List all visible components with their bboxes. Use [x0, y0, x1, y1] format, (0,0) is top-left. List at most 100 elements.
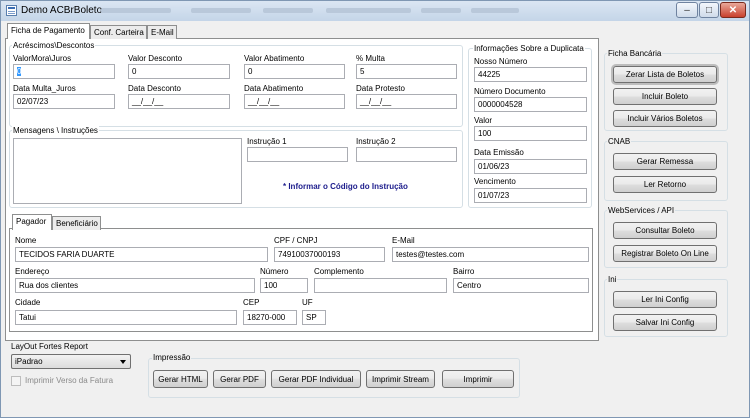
salvar-ini-button[interactable]: Salvar Ini Config: [613, 314, 717, 331]
close-button[interactable]: ✕: [720, 2, 746, 18]
acrescimos-legend: Acréscimos\Descontos: [12, 41, 96, 50]
data-desconto-input[interactable]: __/__/__: [128, 94, 230, 109]
uf-label: UF: [302, 298, 313, 307]
cep-label: CEP: [243, 298, 260, 307]
webservices-legend: WebServices / API: [607, 206, 676, 215]
gerar-remessa-button[interactable]: Gerar Remessa: [613, 153, 717, 170]
ficha-bancaria-legend: Ficha Bancária: [607, 49, 663, 58]
zerar-lista-button[interactable]: Zerar Lista de Boletos: [613, 66, 717, 83]
tab-ficha-pagamento[interactable]: Ficha de Pagamento: [7, 23, 90, 39]
close-icon: ✕: [728, 5, 738, 16]
data-protesto-label: Data Protesto: [356, 84, 405, 93]
nome-label: Nome: [15, 236, 37, 245]
gerar-html-button[interactable]: Gerar HTML: [153, 370, 208, 388]
registrar-boleto-button[interactable]: Registrar Boleto On Line: [613, 245, 717, 262]
gerar-pdf-individual-button[interactable]: Gerar PDF Individual: [271, 370, 361, 388]
data-multa-input[interactable]: 02/07/23: [13, 94, 115, 109]
data-multa-label: Data Multa_Juros: [13, 84, 76, 93]
app-icon: [6, 5, 17, 16]
nosso-numero-input[interactable]: 44225: [474, 67, 587, 82]
cidade-label: Cidade: [15, 298, 41, 307]
instrucao1-label: Instrução 1: [247, 137, 287, 146]
mensagens-textarea[interactable]: [13, 138, 242, 204]
impressao-legend: Impressão: [152, 353, 192, 362]
blurred-menu-item: [191, 8, 251, 13]
complemento-label: Complemento: [314, 267, 364, 276]
data-abatimento-input[interactable]: __/__/__: [244, 94, 345, 109]
maximize-button[interactable]: □: [699, 2, 719, 18]
blurred-menu-item: [101, 8, 171, 13]
complemento-input[interactable]: [314, 278, 447, 293]
cnab-legend: CNAB: [607, 137, 632, 146]
layout-selected-value: iPadrao: [15, 357, 43, 366]
valor-abatimento-label: Valor Abatimento: [244, 54, 305, 63]
valor-mora-value: 0: [17, 67, 22, 76]
bairro-input[interactable]: Centro: [453, 278, 589, 293]
tab-pagador[interactable]: Pagador: [12, 214, 52, 230]
uf-input[interactable]: SP: [302, 310, 326, 325]
mensagens-legend: Mensagens \ Instruções: [12, 126, 99, 135]
data-emissao-input[interactable]: 01/06/23: [474, 159, 587, 174]
endereco-input[interactable]: Rua dos clientes: [15, 278, 255, 293]
valor-label: Valor: [474, 116, 493, 125]
cpf-input[interactable]: 74910037000193: [274, 247, 385, 262]
consultar-boleto-button[interactable]: Consultar Boleto: [613, 222, 717, 239]
layout-label: LayOut Fortes Report: [11, 342, 88, 351]
ler-ini-button[interactable]: Ler Ini Config: [613, 291, 717, 308]
gerar-pdf-button[interactable]: Gerar PDF: [213, 370, 266, 388]
email-label: E-Mail: [392, 236, 415, 245]
valor-input[interactable]: 100: [474, 126, 587, 141]
tab-beneficiario[interactable]: Beneficiário: [52, 216, 101, 230]
tab-conf-carteira[interactable]: Conf. Carteira: [90, 25, 147, 39]
numero-documento-label: Número Documento: [474, 87, 546, 96]
layout-select[interactable]: iPadrao: [11, 354, 131, 369]
valor-mora-input[interactable]: 0: [13, 64, 115, 79]
instrucao1-input[interactable]: [247, 147, 348, 162]
valor-desconto-label: Valor Desconto: [128, 54, 183, 63]
valor-desconto-input[interactable]: 0: [128, 64, 230, 79]
blurred-menu-item: [263, 8, 313, 13]
nome-input[interactable]: TECIDOS FARIA DUARTE: [15, 247, 268, 262]
blurred-menu-item: [326, 8, 411, 13]
tab-email[interactable]: E-Mail: [147, 25, 177, 39]
email-input[interactable]: testes@testes.com: [392, 247, 589, 262]
imprimir-verso-checkbox[interactable]: [11, 376, 21, 386]
valor-abatimento-input[interactable]: 0: [244, 64, 345, 79]
nosso-numero-label: Nosso Número: [474, 57, 528, 66]
bairro-label: Bairro: [453, 267, 475, 276]
endereco-label: Endereço: [15, 267, 50, 276]
multa-label: % Multa: [356, 54, 385, 63]
minimize-icon: –: [684, 5, 690, 16]
instrucao2-label: Instrução 2: [356, 137, 396, 146]
incluir-boleto-button[interactable]: Incluir Boleto: [613, 88, 717, 105]
imprimir-verso-label: Imprimir Verso da Fatura: [25, 376, 114, 385]
incluir-varios-button[interactable]: Incluir Vários Boletos: [613, 110, 717, 127]
app-window: Demo ACBrBoleto – □ ✕ Ficha de Pagamento…: [0, 0, 750, 418]
cep-input[interactable]: 18270-000: [243, 310, 297, 325]
data-emissao-label: Data Emissão: [474, 148, 524, 157]
numero-label: Número: [260, 267, 289, 276]
instrucao-note: * Informar o Código do Instrução: [283, 182, 408, 191]
imprimir-stream-button[interactable]: Imprimir Stream: [366, 370, 435, 388]
numero-input[interactable]: 100: [260, 278, 308, 293]
imprimir-button[interactable]: Imprimir: [442, 370, 514, 388]
chevron-down-icon: [120, 360, 126, 364]
valor-mora-label: ValorMora\Juros: [13, 54, 72, 63]
title-bar[interactable]: Demo ACBrBoleto – □ ✕: [1, 1, 749, 21]
numero-documento-input[interactable]: 0000004528: [474, 97, 587, 112]
instrucao2-input[interactable]: [356, 147, 457, 162]
blurred-menu-item: [421, 8, 461, 13]
maximize-icon: □: [705, 5, 713, 16]
multa-input[interactable]: 5: [356, 64, 457, 79]
vencimento-input[interactable]: 01/07/23: [474, 188, 587, 203]
vencimento-label: Vencimento: [474, 177, 516, 186]
minimize-button[interactable]: –: [676, 2, 698, 18]
duplicata-legend: Informações Sobre a Duplicata: [473, 44, 585, 53]
data-desconto-label: Data Desconto: [128, 84, 181, 93]
window-title: Demo ACBrBoleto: [21, 5, 103, 16]
cpf-label: CPF / CNPJ: [274, 236, 318, 245]
ler-retorno-button[interactable]: Ler Retorno: [613, 176, 717, 193]
data-abatimento-label: Data Abatimento: [244, 84, 304, 93]
cidade-input[interactable]: Tatui: [15, 310, 237, 325]
data-protesto-input[interactable]: __/__/__: [356, 94, 457, 109]
